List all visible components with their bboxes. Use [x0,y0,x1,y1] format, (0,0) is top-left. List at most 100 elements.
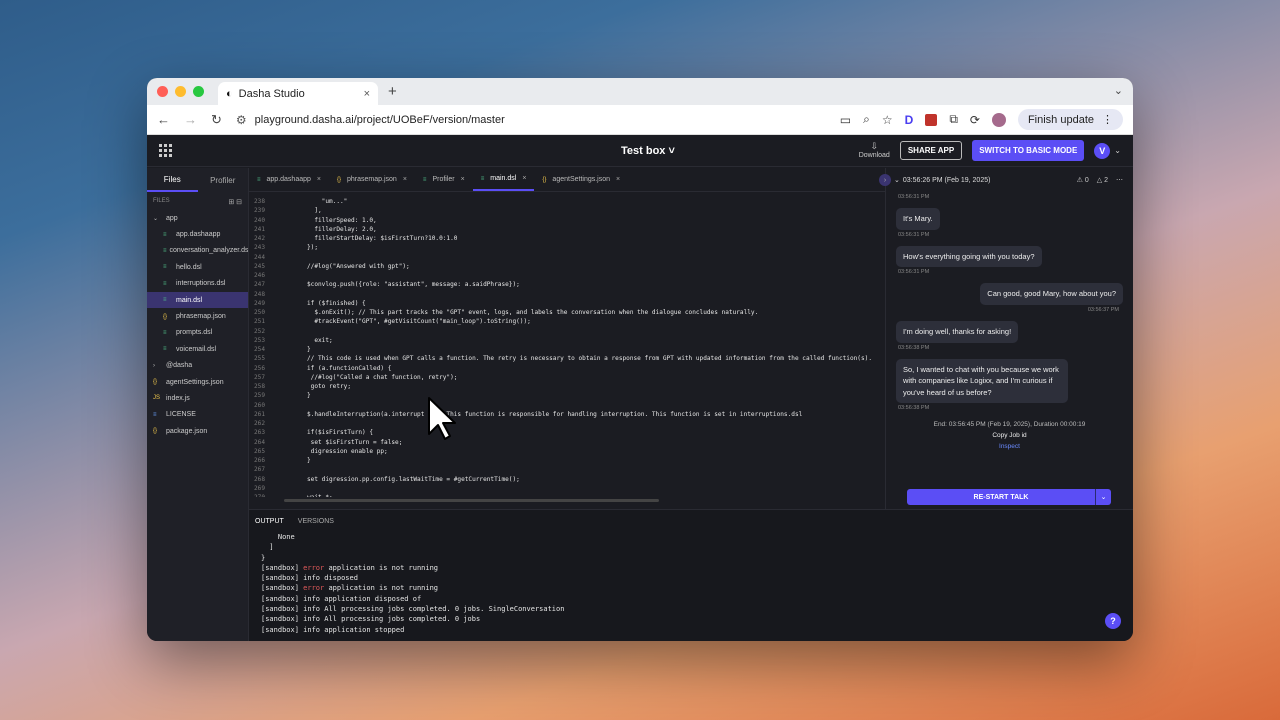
code-line[interactable]: 266} [249,456,885,465]
back-icon[interactable]: ← [157,112,170,127]
code-line[interactable]: 261 $.handleInterruption(a.interrupt // T… [249,410,885,419]
collapse-panel-icon[interactable]: › [879,174,891,186]
editor-tab[interactable]: ≡ app.dashaapp × [249,168,329,191]
code-line[interactable]: 263 if($isFirstTurn) { [249,428,885,437]
code-line[interactable]: 262 [249,419,885,428]
file-tree-item[interactable]: ≡ interruptions.dsl [147,276,248,292]
address-bar[interactable]: ⚙ playground.dasha.ai/project/UOBeF/vers… [236,113,826,127]
new-file-icon[interactable]: ⊞ ⊟ [228,198,242,206]
more-options-icon[interactable]: ⋯ [1116,176,1123,184]
code-line[interactable]: 249 if ($finished) { [249,299,885,308]
file-tree-item[interactable]: {} package.json [147,423,248,439]
file-tree-item[interactable]: ≡ hello.dsl [147,259,248,275]
close-tab-icon[interactable]: × [461,176,465,183]
tab-search-icon[interactable]: ⌄ [1114,84,1123,97]
code-line[interactable]: 264 set $isFirstTurn = false; [249,438,885,447]
editor-tab[interactable]: {} phrasemap.json × [329,168,415,191]
user-avatar[interactable]: V [1094,142,1111,159]
editor-tab[interactable]: ≡ main.dsl × [472,168,535,191]
code-line[interactable]: 241 fillerDelay: 2.0, [249,225,885,234]
file-tree-item[interactable]: › @dasha [147,358,248,374]
cast-icon[interactable]: ▭ [840,113,851,127]
file-tree-item[interactable]: ≡ app.dashaapp [147,226,248,242]
editor-tab[interactable]: {} agentSettings.json × [534,168,628,191]
share-app-button[interactable]: SHARE APP [899,141,963,160]
code-line[interactable]: 248 [249,290,885,299]
file-tree-item[interactable]: JS index.js [147,390,248,406]
tab-output[interactable]: OUTPUT [255,518,284,525]
code-line[interactable]: 256 if (a.functionCalled) { [249,364,885,373]
code-line[interactable]: 246 [249,271,885,280]
code-line[interactable]: 258 goto retry; [249,382,885,391]
tab-profiler[interactable]: Profiler [198,168,249,192]
code-line[interactable]: 242 fillerStartDelay: $isFirstTurn?10.0:… [249,234,885,243]
finish-update-button[interactable]: Finish update ⋮ [1017,109,1123,130]
dasha-extension-icon[interactable]: D [905,113,914,127]
file-tree-item[interactable]: ≡ conversation_analyzer.dsl [147,243,248,259]
chevron-down-icon[interactable]: ⌄ [1095,489,1111,505]
file-tree-item[interactable]: ≡ LICENSE [147,407,248,423]
close-tab-icon[interactable]: × [616,176,620,183]
code-line[interactable]: 240 fillerSpeed: 1.0, [249,216,885,225]
close-tab-icon[interactable]: × [522,175,526,182]
warning-count[interactable]: ⚠ 0 [1077,176,1089,184]
code-line[interactable]: 259} [249,391,885,400]
code-line[interactable]: 239 ], [249,206,885,215]
zoom-window-button[interactable] [193,86,204,97]
code-line[interactable]: 267 [249,465,885,474]
extensions-puzzle-icon[interactable]: ⧉ [949,112,958,127]
minimize-window-button[interactable] [175,86,186,97]
url-text[interactable]: playground.dasha.ai/project/UOBeF/versio… [255,114,505,126]
inspect-link[interactable]: Inspect [896,441,1123,450]
reload-icon[interactable]: ↻ [211,112,222,128]
download-button[interactable]: ⇩ Download [859,141,890,160]
close-tab-icon[interactable]: × [317,176,321,183]
close-tab-icon[interactable]: × [403,176,407,183]
apps-grid-icon[interactable] [159,144,172,157]
code-line[interactable]: 269 [249,484,885,493]
zoom-icon[interactable]: ⌕ [863,112,870,127]
horizontal-scrollbar[interactable] [284,499,659,502]
code-line[interactable]: 253 exit; [249,336,885,345]
forward-icon[interactable]: → [184,112,197,127]
code-line[interactable]: 268 set digression.pp.config.lastWaitTime… [249,475,885,484]
code-line[interactable]: 252 [249,327,885,336]
code-line[interactable]: 265 digression enable pp; [249,447,885,456]
copy-job-id-link[interactable]: Copy Job id [896,430,1123,441]
code-line[interactable]: 244 [249,253,885,262]
code-line[interactable]: 247 $convlog.push({role: "assistant", mes… [249,280,885,289]
sync-icon[interactable]: ⟳ [970,113,980,127]
help-icon[interactable]: ? [1105,613,1121,629]
code-line[interactable]: 270wait *; [249,493,885,497]
file-tree-item[interactable]: {} phrasemap.json [147,308,248,324]
extension-icon[interactable] [925,113,938,126]
close-window-button[interactable] [157,86,168,97]
code-line[interactable]: 250 $.onExit(); // This part tracks the … [249,308,885,317]
code-area[interactable]: 238 "um..." 239 ], 240 fillerSpeed: 1.0, 24… [249,197,885,497]
chevron-down-icon[interactable]: ⌄ [1114,146,1121,155]
code-line[interactable]: 260 [249,401,885,410]
browser-tab[interactable]: ◐ Dasha Studio × [218,82,378,105]
tab-versions[interactable]: VERSIONS [298,518,334,525]
code-line[interactable]: 257 //#log("Called a chat function, retr… [249,373,885,382]
code-line[interactable]: 245 //#log("Answered with gpt"); [249,262,885,271]
code-line[interactable]: 255 // This code is used when GPT calls a… [249,354,885,363]
file-tree-item[interactable]: ≡ voicemail.dsl [147,341,248,357]
tab-files[interactable]: Files [147,168,198,192]
file-tree-item[interactable]: ≡ prompts.dsl [147,325,248,341]
close-tab-icon[interactable]: × [364,88,370,100]
chevron-down-icon[interactable]: ⌄ [894,176,900,184]
new-tab-button[interactable]: + [388,83,397,100]
browser-menu-icon[interactable]: ⋮ [1102,113,1113,126]
site-info-icon[interactable]: ⚙ [236,113,247,127]
file-tree-item[interactable]: ⌄ app [147,210,248,226]
file-tree-item[interactable]: ≡ main.dsl [147,291,248,309]
alert-count[interactable]: △ 2 [1097,176,1108,184]
switch-basic-mode-button[interactable]: SWITCH TO BASIC MODE [972,140,1085,161]
code-line[interactable]: 254} [249,345,885,354]
code-line[interactable]: 251 #trackEvent("GPT", #getVisitCount("m… [249,317,885,326]
bookmark-star-icon[interactable]: ☆ [882,113,893,127]
code-line[interactable]: 243}); [249,243,885,252]
restart-talk-button[interactable]: RE-START TALK [907,489,1095,505]
file-tree-item[interactable]: {} agentSettings.json [147,374,248,390]
